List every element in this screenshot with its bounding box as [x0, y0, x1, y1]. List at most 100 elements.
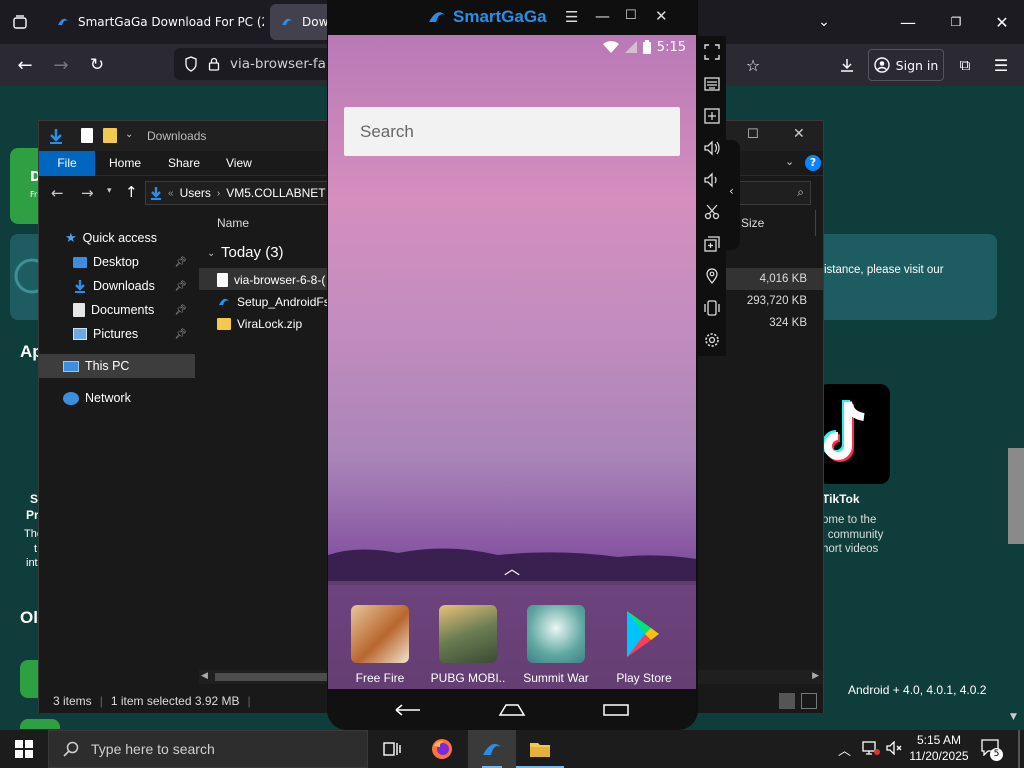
browser-tab-smartgaga[interactable]: SmartGaGa Download For PC (2 ✕	[46, 4, 264, 40]
recent-apps-nav-icon[interactable]	[602, 703, 630, 717]
emulator-minimize-icon[interactable]: —	[595, 7, 610, 25]
shake-icon[interactable]	[698, 294, 726, 322]
url-bar[interactable]: via-browser-fa	[174, 48, 334, 80]
back-icon[interactable]: ←	[12, 52, 38, 78]
app-pubg-mobile[interactable]: PUBG MOBI..	[424, 605, 512, 685]
app-free-fire[interactable]: Free Fire	[336, 605, 424, 685]
page-scrollbar-thumb[interactable]	[1008, 448, 1024, 544]
column-header-size[interactable]: Size	[741, 216, 764, 230]
scroll-left-icon[interactable]: ◀	[201, 671, 208, 681]
sidebar-item-quick-access[interactable]: ★ Quick access	[39, 226, 195, 250]
close-window-icon[interactable]: ✕	[990, 10, 1014, 34]
address-bar[interactable]: « Users › VM5.COLLABNET	[145, 181, 345, 205]
home-nav-icon[interactable]	[498, 703, 526, 717]
forward-arrow-icon[interactable]: →	[81, 184, 94, 202]
task-view-icon[interactable]	[368, 730, 416, 768]
tiktok-app-icon[interactable]	[818, 384, 890, 484]
ribbon-tab-file[interactable]: File	[39, 151, 95, 176]
breadcrumb-user-folder[interactable]: VM5.COLLABNET	[226, 186, 325, 200]
notification-center-icon[interactable]: 5	[980, 738, 1006, 761]
large-icons-view-icon[interactable]	[801, 693, 817, 709]
pin-icon[interactable]: 📌︎	[174, 329, 187, 340]
expand-ribbon-icon[interactable]: ⌄	[785, 155, 794, 168]
file-explorer-taskbar-icon[interactable]	[516, 730, 564, 768]
minimize-window-icon[interactable]: —	[896, 10, 920, 34]
sidebar-item-network[interactable]: Network	[39, 386, 195, 410]
fullscreen-icon[interactable]	[698, 38, 726, 66]
details-view-icon[interactable]	[779, 693, 795, 709]
help-icon[interactable]: ?	[805, 155, 821, 171]
emulator-menu-icon[interactable]: ☰	[565, 8, 578, 26]
downloads-icon[interactable]	[834, 52, 860, 78]
up-arrow-icon[interactable]: ↑	[125, 183, 138, 201]
list-all-tabs-icon[interactable]: ⌄	[812, 10, 836, 34]
breadcrumb-separator-icon[interactable]: ›	[217, 188, 220, 199]
group-header[interactable]: Today (3)	[221, 244, 284, 261]
scroll-right-icon[interactable]: ▶	[812, 671, 819, 681]
android-search-bar[interactable]: Search	[344, 107, 680, 156]
sidebar-collapse-handle[interactable]: ‹	[726, 140, 740, 250]
recent-locations-icon[interactable]: ▾	[107, 186, 112, 196]
extensions-icon[interactable]: ⧉	[952, 52, 978, 78]
show-hidden-icons-icon[interactable]: ︿	[838, 740, 851, 759]
search-downloads-input[interactable]: ⌕	[739, 181, 811, 205]
firefox-taskbar-icon[interactable]	[418, 730, 466, 768]
ribbon-tab-home[interactable]: Home	[97, 151, 153, 176]
install-apk-icon[interactable]	[698, 102, 726, 130]
sidebar-item-desktop[interactable]: Desktop 📌︎	[39, 250, 195, 274]
system-clock[interactable]: 5:15 AM 11/20/2025	[900, 732, 978, 764]
taskbar-search-box[interactable]: Type here to search	[48, 730, 368, 768]
tab-overview-icon[interactable]	[8, 10, 32, 34]
pin-icon[interactable]: 📌︎	[174, 305, 187, 316]
column-header-name[interactable]: Name	[217, 216, 249, 230]
network-status-icon[interactable]	[862, 740, 880, 756]
show-desktop-button[interactable]	[1018, 730, 1020, 768]
sidebar-item-pictures[interactable]: Pictures 📌︎	[39, 322, 195, 346]
download-button-fragment[interactable]: D Fr	[10, 148, 41, 224]
emulator-maximize-icon[interactable]: ☐	[625, 8, 637, 23]
smartgaga-taskbar-icon[interactable]	[468, 730, 516, 768]
app-card-fragment[interactable]	[20, 660, 40, 698]
maximize-icon[interactable]: ☐	[747, 127, 759, 142]
ribbon-tab-view[interactable]: View	[214, 151, 264, 176]
close-icon[interactable]: ✕	[793, 126, 805, 142]
breadcrumb-users[interactable]: Users	[180, 186, 211, 200]
menu-icon[interactable]: ☰	[988, 52, 1014, 78]
lock-icon[interactable]	[208, 57, 220, 71]
back-arrow-icon[interactable]: ←	[51, 184, 64, 202]
sidebar-item-downloads[interactable]: Downloads 📌︎	[39, 274, 195, 298]
app-play-store[interactable]: Play Store	[600, 605, 688, 685]
scroll-down-arrow-icon[interactable]: ▼	[1010, 712, 1017, 722]
volume-down-icon[interactable]	[698, 166, 726, 194]
sidebar-item-this-pc[interactable]: This PC	[39, 354, 195, 378]
pin-icon[interactable]: 📌︎	[174, 281, 187, 292]
scrollbar-thumb[interactable]	[215, 673, 335, 681]
forward-icon[interactable]: →	[48, 52, 74, 78]
chevron-left-icon[interactable]: ‹	[729, 184, 734, 198]
properties-icon[interactable]	[81, 128, 93, 143]
settings-gear-icon[interactable]	[698, 326, 726, 354]
keyboard-mapping-icon[interactable]	[698, 70, 726, 98]
breadcrumb-overflow-icon[interactable]: «	[168, 188, 174, 199]
new-folder-icon[interactable]	[103, 128, 117, 143]
sign-in-button[interactable]: Sign in	[868, 49, 944, 81]
quick-access-toolbar-dropdown-icon[interactable]: ⌄	[125, 129, 133, 140]
android-screen[interactable]: 5:15 Search ︿ Free Fire PUBG MOBI.. Summ…	[328, 35, 696, 689]
back-nav-icon[interactable]	[394, 703, 422, 717]
emulator-close-icon[interactable]: ✕	[655, 7, 668, 25]
start-button[interactable]	[0, 730, 48, 768]
pin-icon[interactable]: 📌︎	[174, 257, 187, 268]
volume-up-icon[interactable]	[698, 134, 726, 162]
multi-instance-icon[interactable]	[698, 230, 726, 258]
screenshot-scissors-icon[interactable]	[698, 198, 726, 226]
collapse-group-icon[interactable]: ⌄	[207, 248, 215, 259]
sidebar-item-documents[interactable]: Documents 📌︎	[39, 298, 195, 322]
restore-window-icon[interactable]: ❐	[944, 10, 968, 34]
app-card-fragment[interactable]	[20, 719, 60, 729]
tiktok-title[interactable]: TikTok	[822, 492, 860, 506]
reload-icon[interactable]: ↻	[84, 52, 110, 78]
app-drawer-arrow-icon[interactable]: ︿	[504, 555, 520, 579]
bookmark-star-icon[interactable]: ☆	[740, 52, 766, 78]
shield-icon[interactable]	[184, 56, 198, 72]
app-summit-war[interactable]: Summit War	[512, 605, 600, 685]
